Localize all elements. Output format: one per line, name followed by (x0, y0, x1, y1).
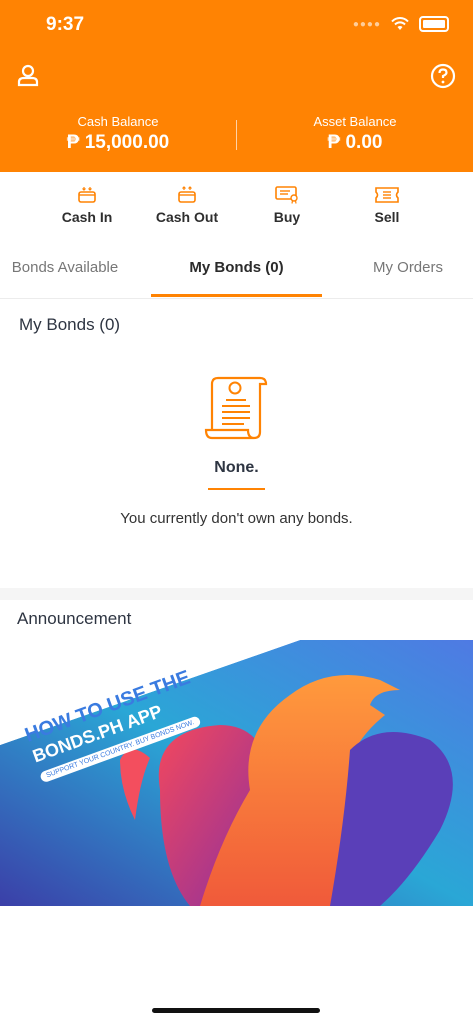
wifi-icon (391, 17, 409, 30)
section-title: My Bonds (0) (19, 315, 121, 334)
sell-button[interactable]: Sell (337, 186, 437, 225)
sell-label: Sell (374, 209, 400, 225)
status-icons: ●●●● (353, 16, 449, 32)
status-time: 9:37 (46, 14, 85, 35)
announcement-title: Announcement (17, 609, 132, 628)
asset-balance-label: Asset Balance (313, 114, 397, 129)
header: 9:37 ●●●● Cash Balance ₱ 15,000.00 Asset… (0, 0, 473, 172)
tab-bonds-available[interactable]: Bonds Available (0, 252, 130, 296)
home-indicator[interactable] (152, 1008, 320, 1013)
help-icon[interactable] (429, 62, 457, 90)
wallet-out-icon (178, 186, 196, 203)
tab-bar: Bonds Available My Bonds (0) My Orders (0, 252, 473, 298)
cash-balance-label: Cash Balance (77, 114, 159, 129)
asset-balance-value: ₱ 0.00 (327, 132, 383, 153)
cash-out-button[interactable]: Cash Out (137, 186, 237, 225)
empty-state-underline (208, 488, 265, 490)
signal-icon: ●●●● (352, 18, 381, 30)
cash-out-label: Cash Out (155, 209, 219, 225)
ticket-icon (375, 187, 399, 203)
empty-state-title: None. (214, 459, 259, 476)
cash-in-label: Cash In (61, 209, 113, 225)
announcement-banner[interactable]: HOW TO USE THE BONDS.PH APP SUPPORT YOUR… (0, 640, 473, 906)
wallet-in-icon (78, 187, 96, 203)
active-tab-indicator (151, 294, 322, 297)
battery-icon (419, 16, 449, 32)
profile-icon[interactable] (14, 62, 42, 90)
asset-balance: Asset Balance ₱ 0.00 (237, 114, 473, 154)
buy-label: Buy (273, 209, 301, 225)
section-separator (0, 588, 473, 600)
cash-in-button[interactable]: Cash In (37, 186, 137, 225)
scroll-document-icon (204, 376, 268, 440)
certificate-icon (275, 186, 298, 204)
tab-divider (0, 298, 473, 299)
buy-button[interactable]: Buy (237, 186, 337, 225)
tab-my-orders[interactable]: My Orders (343, 252, 473, 296)
cash-balance-value: ₱ 15,000.00 (66, 132, 170, 153)
tab-my-bonds[interactable]: My Bonds (0) (151, 252, 322, 296)
cash-balance: Cash Balance ₱ 15,000.00 (0, 114, 236, 154)
empty-state-message: You currently don't own any bonds. (120, 510, 353, 527)
action-bar: Cash In Cash Out Buy Sell (37, 186, 437, 225)
